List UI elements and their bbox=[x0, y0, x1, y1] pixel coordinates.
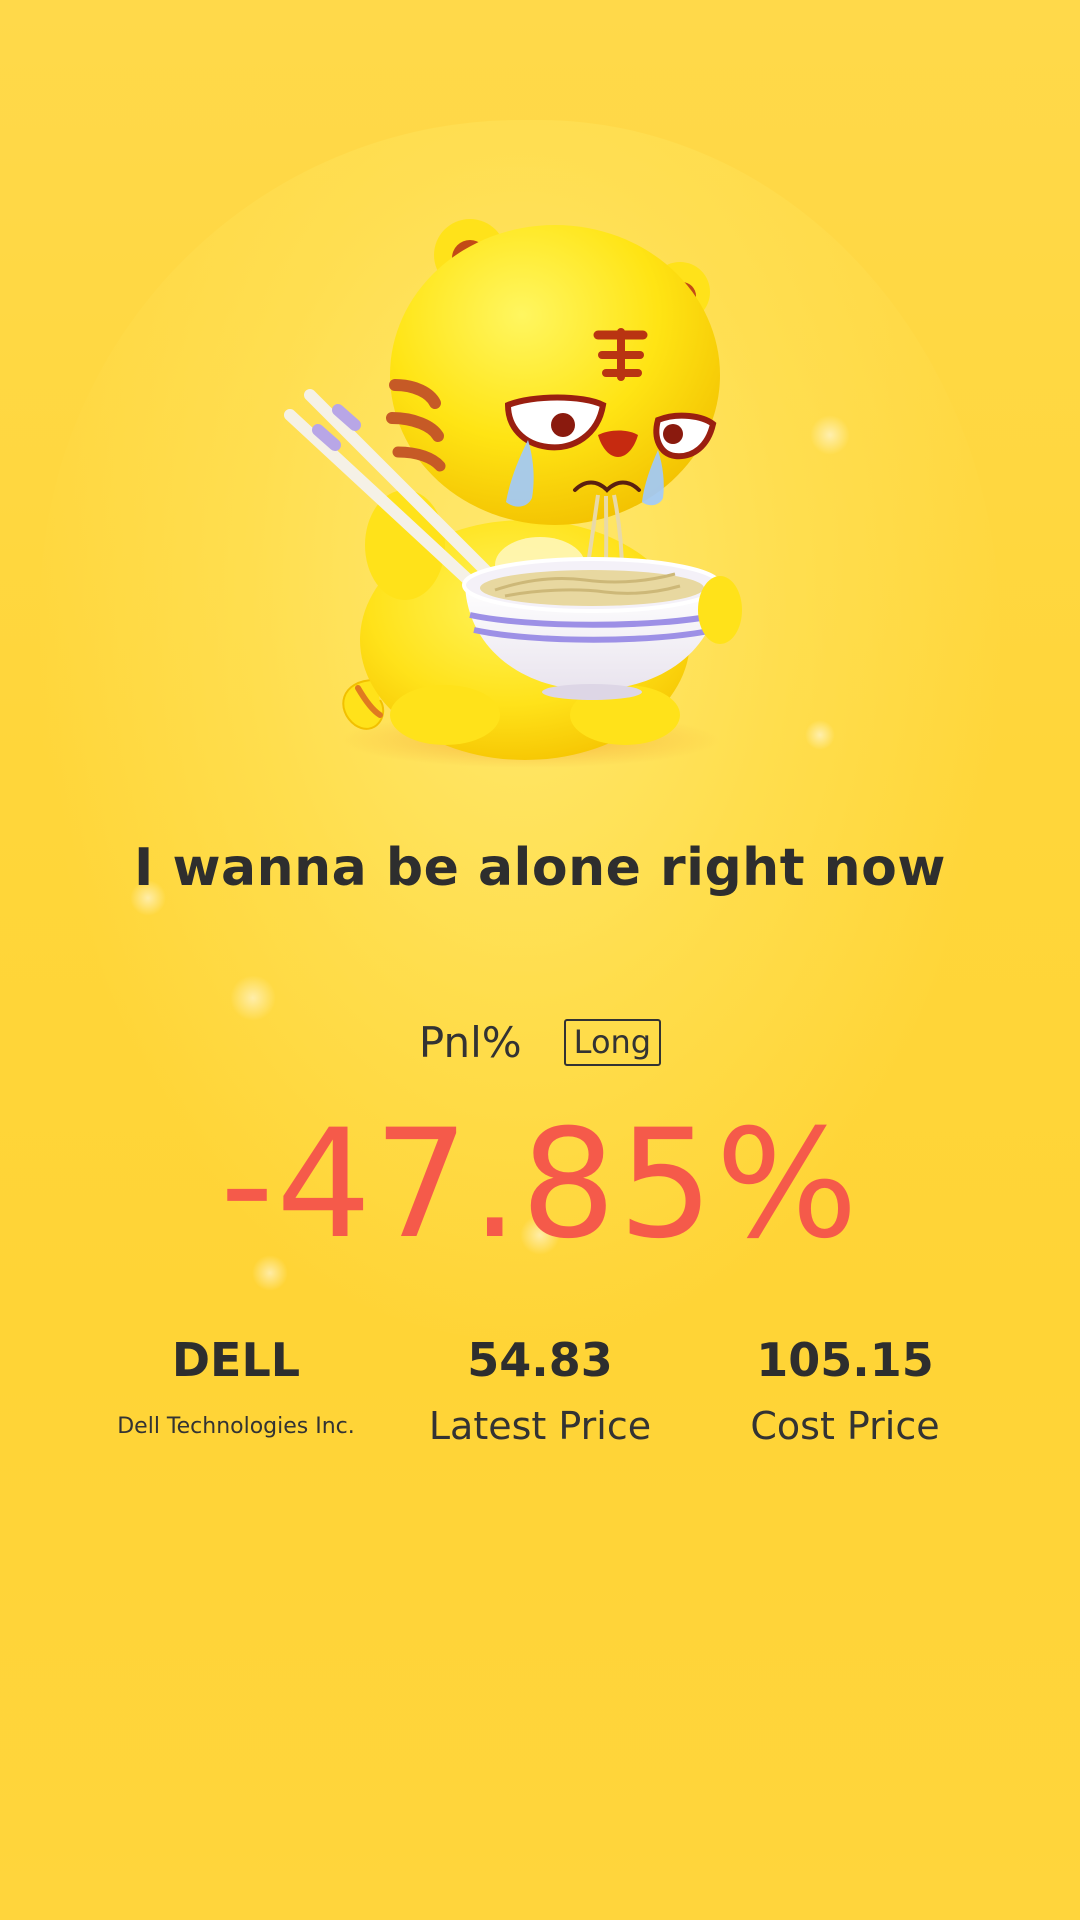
cost-price-label: Cost Price bbox=[750, 1404, 940, 1448]
latest-price-label: Latest Price bbox=[428, 1404, 652, 1448]
pnl-header: Pnl% Long bbox=[0, 1018, 1080, 1067]
cost-price-value: 105.15 bbox=[756, 1333, 934, 1387]
stock-ticker: DELL bbox=[171, 1333, 301, 1387]
sparkle bbox=[230, 975, 276, 1021]
mood-headline: I wanna be alone right now bbox=[134, 838, 946, 898]
position-direction-badge: Long bbox=[563, 1018, 662, 1067]
latest-price-info: 54.83 Latest Price bbox=[380, 1330, 700, 1448]
pnl-percentage-value: -47.85% bbox=[219, 1098, 861, 1272]
sparkle bbox=[810, 415, 850, 455]
crying-tiger-mascot-icon bbox=[284, 219, 742, 768]
cost-price-info: 105.15 Cost Price bbox=[685, 1330, 1005, 1448]
sparkle bbox=[805, 720, 835, 750]
pnl-label: Pnl% bbox=[418, 1018, 522, 1067]
stock-info: DELL Dell Technologies Inc. bbox=[76, 1330, 396, 1439]
company-name: Dell Technologies Inc. bbox=[117, 1414, 355, 1439]
latest-price-value: 54.83 bbox=[467, 1333, 613, 1387]
